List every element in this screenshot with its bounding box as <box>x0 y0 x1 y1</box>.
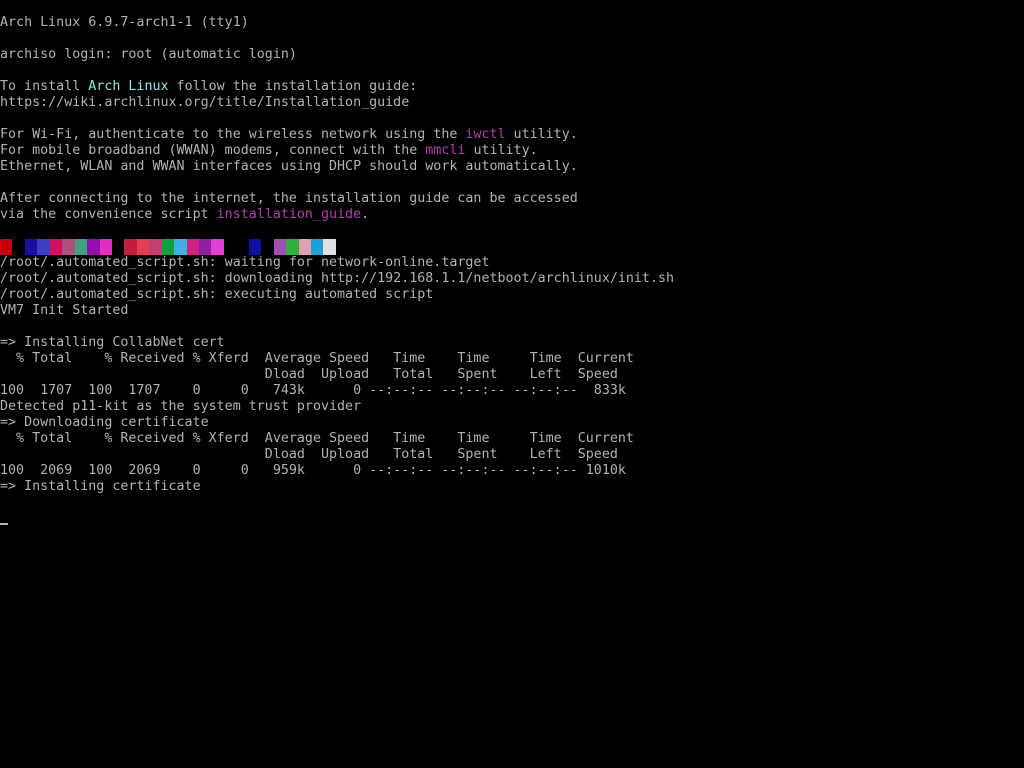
console-text: utility. <box>465 143 538 158</box>
color-block <box>323 239 336 255</box>
console-line: archiso login: root (automatic login) <box>0 47 674 63</box>
color-block <box>273 239 287 255</box>
console-line: After connecting to the internet, the in… <box>0 191 674 207</box>
console-line: % Total % Received % Xferd Average Speed… <box>0 351 674 367</box>
color-block <box>62 239 75 255</box>
console-line: => Installing CollabNet cert <box>0 335 674 351</box>
console-text: /root/.automated_script.sh: executing au… <box>0 287 434 302</box>
highlighted-term: mmcli <box>425 143 466 158</box>
color-block <box>12 239 25 255</box>
console-text: To install <box>0 79 89 94</box>
console-text: https://wiki.archlinux.org/title/Install… <box>0 95 410 110</box>
console-line: /root/.automated_script.sh: downloading … <box>0 271 674 287</box>
console-output: Arch Linux 6.9.7-arch1-1 (tty1) archiso l… <box>0 15 674 527</box>
color-block <box>261 239 274 255</box>
console-line: Detected p11-kit as the system trust pro… <box>0 399 674 415</box>
highlighted-term: iwctl <box>465 127 506 142</box>
text-cursor[interactable] <box>0 523 8 525</box>
color-block <box>24 239 38 255</box>
color-block <box>111 239 125 255</box>
console-text: 100 1707 100 1707 0 0 743k 0 --:--:-- --… <box>0 383 626 398</box>
console-text: Dload Upload Total Spent Left Speed <box>0 447 618 462</box>
color-block <box>236 239 249 255</box>
console-text: => Downloading certificate <box>0 415 209 430</box>
console-text: via the convenience script <box>0 207 217 222</box>
console-text: archiso login: root (automatic login) <box>0 47 297 62</box>
console-text: For mobile broadband (WWAN) modems, conn… <box>0 143 426 158</box>
color-block <box>186 239 199 255</box>
console-line: Dload Upload Total Spent Left Speed <box>0 447 674 463</box>
console-line: => Installing certificate <box>0 479 674 495</box>
color-block <box>161 239 175 255</box>
prompt-line <box>0 511 674 527</box>
highlighted-term: installation_guide <box>216 207 362 222</box>
console-text: /root/.automated_script.sh: downloading … <box>0 271 675 286</box>
color-block <box>174 239 187 255</box>
console-text: After connecting to the internet, the in… <box>0 191 578 206</box>
color-block <box>49 239 63 255</box>
console-text: => Installing certificate <box>0 479 201 494</box>
color-block <box>124 239 137 255</box>
console-line: /root/.automated_script.sh: waiting for … <box>0 255 674 271</box>
console-text: % Total % Received % Xferd Average Speed… <box>0 431 634 446</box>
console-text: utility. <box>505 127 578 142</box>
console-text: 100 2069 100 2069 0 0 959k 0 --:--:-- --… <box>0 463 626 478</box>
console-text: % Total % Received % Xferd Average Speed… <box>0 351 634 366</box>
console-line: https://wiki.archlinux.org/title/Install… <box>0 95 674 111</box>
color-test-bar-blocks <box>0 239 336 255</box>
color-block <box>248 239 262 255</box>
console-text: Dload Upload Total Spent Left Speed <box>0 367 618 382</box>
tty-console[interactable]: Arch Linux 6.9.7-arch1-1 (tty1) archiso l… <box>0 0 1024 768</box>
console-text: follow the installation guide: <box>168 79 418 94</box>
color-block <box>149 239 162 255</box>
console-line: => Downloading certificate <box>0 415 674 431</box>
console-line: /root/.automated_script.sh: executing au… <box>0 287 674 303</box>
console-line: 100 1707 100 1707 0 0 743k 0 --:--:-- --… <box>0 383 674 399</box>
color-block <box>37 239 50 255</box>
console-text: . <box>361 207 370 222</box>
console-text: For Wi-Fi, authenticate to the wireless … <box>0 127 466 142</box>
console-line: Dload Upload Total Spent Left Speed <box>0 367 674 383</box>
console-line: via the convenience script installation_… <box>0 207 674 223</box>
console-text: VM7 Init Started <box>0 303 129 318</box>
console-text: => Installing CollabNet cert <box>0 335 225 350</box>
color-block <box>286 239 299 255</box>
color-test-bar <box>0 239 674 255</box>
console-text: Ethernet, WLAN and WWAN interfaces using… <box>0 159 578 174</box>
console-text: Arch Linux 6.9.7-arch1-1 (tty1) <box>0 15 249 30</box>
color-block <box>211 239 224 255</box>
console-line: VM7 Init Started <box>0 303 674 319</box>
color-block <box>87 239 100 255</box>
console-line: Arch Linux 6.9.7-arch1-1 (tty1) <box>0 15 674 31</box>
console-line: Ethernet, WLAN and WWAN interfaces using… <box>0 159 674 175</box>
console-text: Detected p11-kit as the system trust pro… <box>0 399 362 414</box>
color-block <box>199 239 212 255</box>
color-block <box>223 239 237 255</box>
console-line: To install Arch Linux follow the install… <box>0 79 674 95</box>
console-line: % Total % Received % Xferd Average Speed… <box>0 431 674 447</box>
console-text: /root/.automated_script.sh: waiting for … <box>0 255 490 270</box>
color-block <box>310 239 324 255</box>
color-block <box>74 239 88 255</box>
color-block <box>136 239 150 255</box>
console-line: For mobile broadband (WWAN) modems, conn… <box>0 143 674 159</box>
color-block <box>99 239 112 255</box>
highlighted-term: Arch Linux <box>88 79 169 94</box>
color-block <box>298 239 311 255</box>
console-line: For Wi-Fi, authenticate to the wireless … <box>0 127 674 143</box>
color-block <box>0 239 13 255</box>
console-line: 100 2069 100 2069 0 0 959k 0 --:--:-- --… <box>0 463 674 479</box>
